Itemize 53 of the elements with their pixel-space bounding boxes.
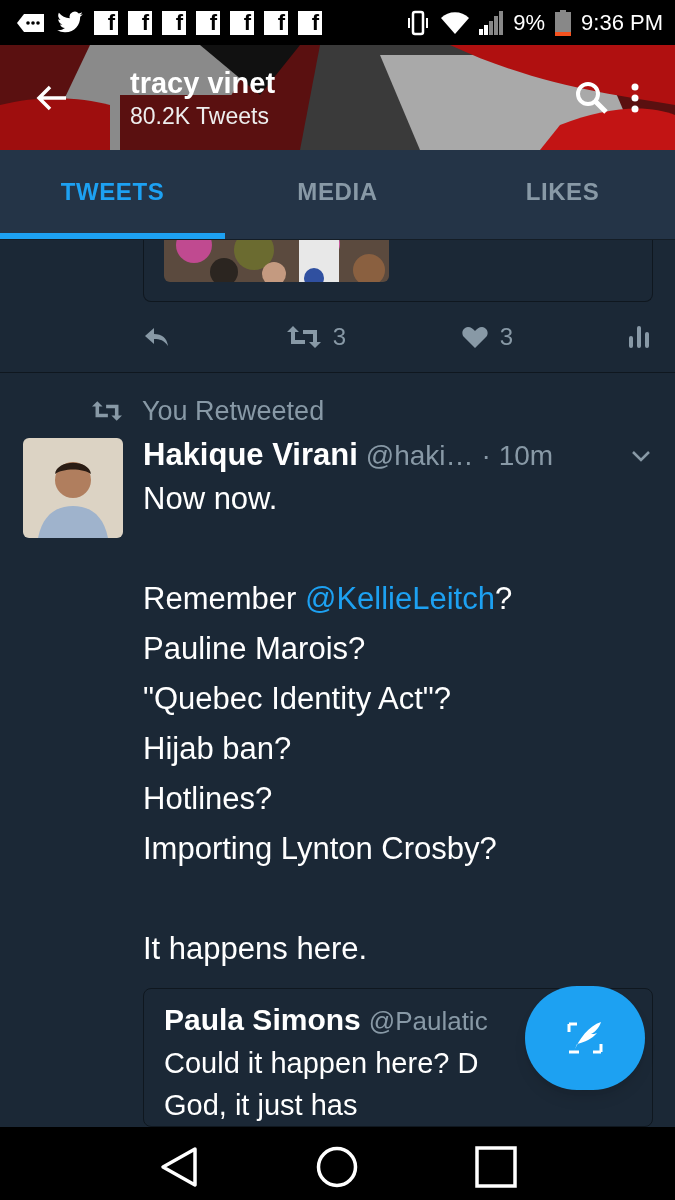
message-icon: [16, 11, 46, 34]
action-count: 3: [499, 322, 514, 352]
back-nav-icon[interactable]: [158, 1145, 199, 1188]
quoted-tweet-card[interactable]: Paula Simons @Paulatic Could it happen here? D God, it just has: [143, 987, 653, 1127]
clock: 9:36 PM: [581, 9, 663, 37]
author-handle: @haki…: [365, 438, 474, 473]
home-nav-icon[interactable]: [315, 1145, 358, 1188]
chevron-down-icon[interactable]: [631, 449, 651, 462]
app-notification-icon: f: [196, 10, 220, 35]
app-notification-icon: f: [128, 10, 152, 35]
tweet-time: · 10m: [481, 438, 554, 473]
tweet-text-line: Hotlines?: [143, 779, 274, 818]
battery-percent: 9%: [513, 9, 546, 37]
tweet-text-line: Remember @KellieLeitch?: [143, 579, 514, 618]
reply-icon[interactable]: [143, 326, 171, 348]
retweet-icon[interactable]: [286, 326, 321, 348]
signal-icon: [479, 10, 504, 35]
retweet-icon: [92, 401, 122, 422]
quoted-author-name: Paula Simons: [164, 1001, 361, 1038]
tweet-text-line: Pauline Marois?: [143, 629, 367, 668]
author-name: Hakique Virani: [143, 436, 358, 475]
bird-icon: [56, 10, 84, 35]
app-notification-icon: f: [94, 10, 118, 35]
quoted-text-line: God, it just has: [164, 1087, 359, 1123]
app-notification-icon: f: [230, 10, 254, 35]
mention-link[interactable]: @KellieLeitch: [304, 580, 495, 616]
wifi-icon: [441, 11, 470, 34]
tab[interactable]: MEDIA: [225, 150, 450, 239]
profile-name: tracy vinet: [130, 65, 277, 101]
recents-nav-icon[interactable]: [474, 1145, 517, 1188]
tab[interactable]: LIKES: [450, 150, 675, 239]
analytics-icon[interactable]: [628, 326, 649, 348]
tab[interactable]: TWEETS: [0, 150, 225, 239]
tweet-count: 80.2K Tweets: [130, 101, 270, 131]
avatar[interactable]: [23, 437, 123, 538]
app-notification-icon: f: [162, 10, 186, 35]
more-options-icon[interactable]: [631, 82, 639, 113]
back-arrow-icon[interactable]: [36, 83, 68, 112]
tweet-text-line: Hijab ban?: [143, 729, 293, 768]
quoted-media-card[interactable]: [143, 240, 653, 302]
retweet-context: You Retweeted: [142, 395, 325, 428]
tweet-text-line: Importing Lynton Crosby?: [143, 829, 498, 868]
search-icon[interactable]: [575, 80, 609, 115]
quoted-author-handle: @Paulatic: [368, 1004, 488, 1038]
quoted-text-line: Could it happen here? D: [164, 1045, 480, 1081]
tweet-text-line: It happens here.: [143, 929, 369, 968]
app-notification-icon: f: [264, 10, 288, 35]
heart-icon[interactable]: [461, 326, 488, 348]
battery-icon: [555, 9, 572, 36]
app-notification-icon: f: [298, 10, 322, 35]
tweet-text-line: "Quebec Identity Act"?: [143, 679, 453, 718]
action-count: 3: [332, 322, 347, 352]
tweet-text-line: Now now.: [143, 479, 279, 518]
